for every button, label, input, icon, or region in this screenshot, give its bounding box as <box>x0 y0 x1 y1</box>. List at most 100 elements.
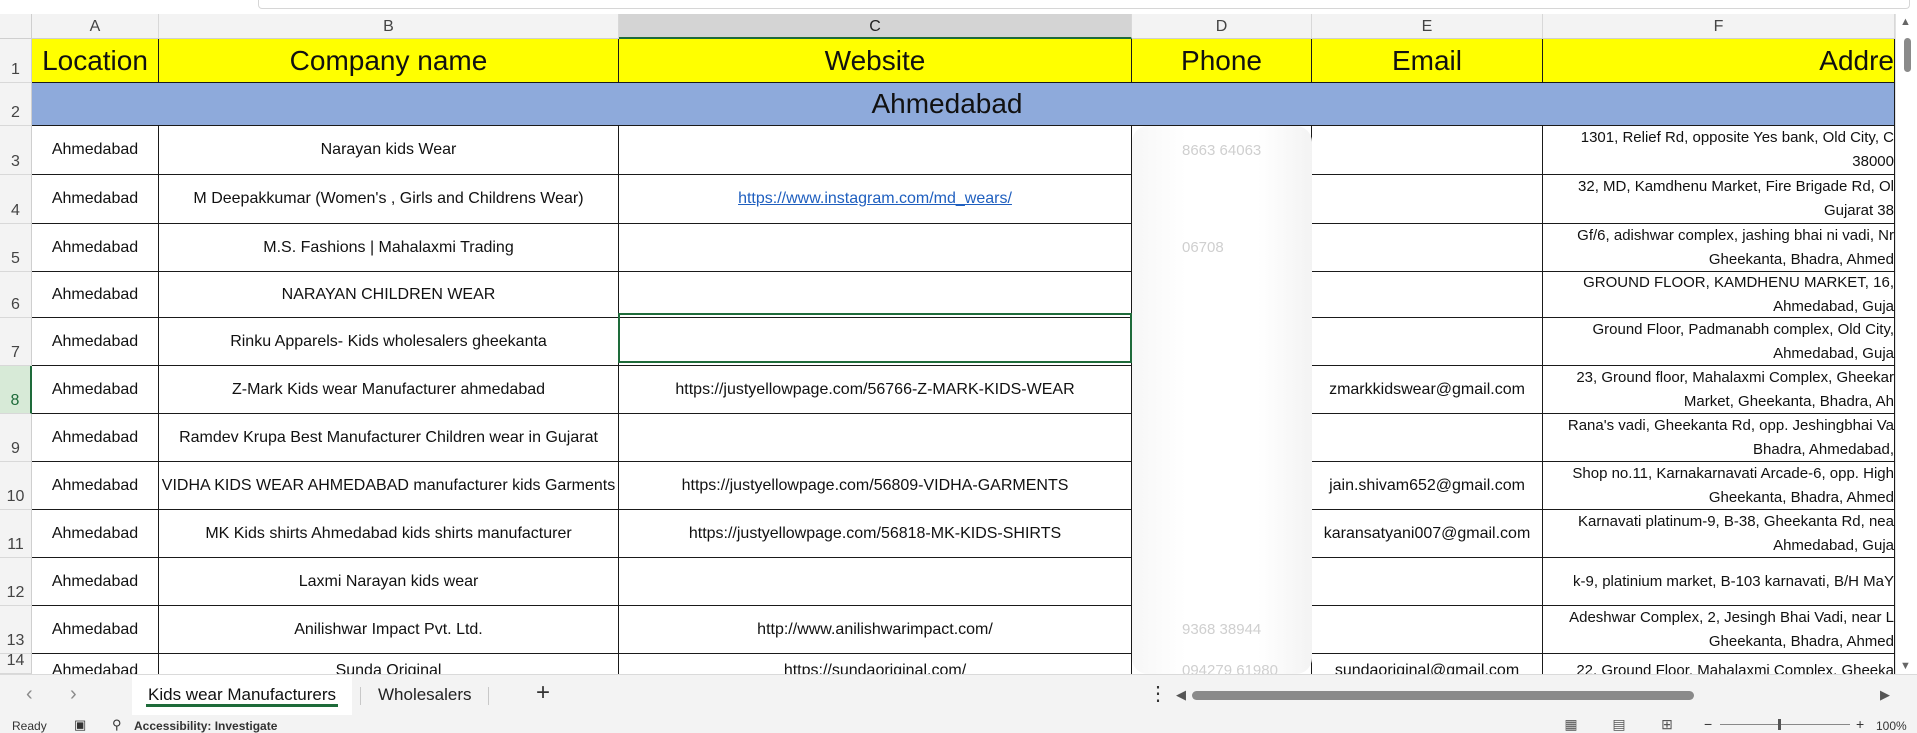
horizontal-scrollbar[interactable]: ◀ ▶ <box>1176 687 1890 703</box>
row-header[interactable]: 3 <box>0 126 32 175</box>
page-break-icon[interactable]: ⊞ <box>1656 717 1678 732</box>
cell-address[interactable]: Gf/6, adishwar complex, jashing bhai ni … <box>1543 224 1895 272</box>
cell-email[interactable] <box>1312 126 1543 175</box>
cell-address[interactable]: GROUND FLOOR, KAMDHENU MARKET, 16, Ahmed… <box>1543 272 1895 318</box>
cell-address[interactable]: 1301, Relief Rd, opposite Yes bank, Old … <box>1543 126 1895 175</box>
header-cell-website[interactable]: Website <box>619 39 1132 83</box>
cell-address[interactable]: Ground Floor, Padmanabh complex, Old Cit… <box>1543 318 1895 366</box>
zoom-slider[interactable] <box>1720 724 1850 725</box>
cell-address[interactable]: 23, Ground floor, Mahalaxmi Complex, Ghe… <box>1543 366 1895 414</box>
cell-website[interactable]: https://www.instagram.com/md_wears/ <box>619 175 1132 224</box>
cell-website[interactable] <box>619 558 1132 606</box>
cell-location[interactable]: Ahmedabad <box>32 558 159 606</box>
group-band-ahmedabad[interactable]: Ahmedabad <box>32 83 1895 126</box>
cell-location[interactable]: Ahmedabad <box>32 126 159 175</box>
cell-address[interactable]: Adeshwar Complex, 2, Jesingh Bhai Vadi, … <box>1543 606 1895 654</box>
cell-email[interactable] <box>1312 606 1543 654</box>
cell-website[interactable]: https://justyellowpage.com/56766-Z-MARK-… <box>619 366 1132 414</box>
cell-company[interactable]: NARAYAN CHILDREN WEAR <box>159 272 619 318</box>
cell-email[interactable] <box>1312 175 1543 224</box>
header-cell-address[interactable]: Addre <box>1543 39 1895 83</box>
zoom-in-icon[interactable]: + <box>1856 716 1864 732</box>
row-header[interactable]: 2 <box>0 83 32 126</box>
row-header[interactable]: 5 <box>0 224 32 272</box>
cell-email[interactable]: zmarkkidswear@gmail.com <box>1312 366 1543 414</box>
horizontal-scroll-thumb[interactable] <box>1192 691 1694 700</box>
cell-email[interactable] <box>1312 272 1543 318</box>
cell-location[interactable]: Ahmedabad <box>32 272 159 318</box>
header-cell-phone[interactable]: Phone <box>1132 39 1312 83</box>
scroll-down-icon[interactable]: ▼ <box>1900 660 1911 672</box>
zoom-out-icon[interactable]: − <box>1704 716 1712 732</box>
vertical-scrollbar[interactable]: ▲ ▼ <box>1895 14 1917 674</box>
column-header-f[interactable]: F <box>1543 14 1895 39</box>
normal-view-icon[interactable]: ▦ <box>1560 717 1582 732</box>
cell-location[interactable]: Ahmedabad <box>32 510 159 558</box>
cell-location[interactable]: Ahmedabad <box>32 606 159 654</box>
cell-email[interactable] <box>1312 318 1543 366</box>
row-header[interactable]: 11 <box>0 510 32 558</box>
header-cell-email[interactable]: Email <box>1312 39 1543 83</box>
scroll-up-icon[interactable]: ▲ <box>1900 16 1911 28</box>
zoom-slider-knob[interactable] <box>1778 719 1781 730</box>
cell-website[interactable] <box>619 272 1132 318</box>
cell-email[interactable] <box>1312 414 1543 462</box>
cell-website[interactable] <box>619 224 1132 272</box>
page-layout-icon[interactable]: ▤ <box>1608 717 1630 732</box>
macro-icon[interactable]: ▣ <box>74 717 86 733</box>
column-header-d[interactable]: D <box>1132 14 1312 39</box>
row-header[interactable]: 14 <box>0 652 32 674</box>
cell-location[interactable]: Ahmedabad <box>32 318 159 366</box>
row-header[interactable]: 4 <box>0 175 32 224</box>
row-header[interactable]: 6 <box>0 272 32 318</box>
cell-location[interactable]: Ahmedabad <box>32 175 159 224</box>
row-header[interactable]: 8 <box>0 366 32 414</box>
cell-website[interactable] <box>619 414 1132 462</box>
zoom-level[interactable]: 100% <box>1876 719 1907 733</box>
cell-email[interactable] <box>1312 224 1543 272</box>
cell-company[interactable]: Laxmi Narayan kids wear <box>159 558 619 606</box>
cell-company[interactable]: Z-Mark Kids wear Manufacturer ahmedabad <box>159 366 619 414</box>
cell-address[interactable]: k-9, platinium market, B-103 karnavati, … <box>1543 558 1895 606</box>
cell-company[interactable]: Rinku Apparels- Kids wholesalers gheekan… <box>159 318 619 366</box>
row-header[interactable]: 9 <box>0 414 32 462</box>
accessibility-status[interactable]: Accessibility: Investigate <box>134 719 277 733</box>
column-header-e[interactable]: E <box>1312 14 1543 39</box>
row-header[interactable]: 13 <box>0 606 32 654</box>
cell-website[interactable]: https://justyellowpage.com/56818-MK-KIDS… <box>619 510 1132 558</box>
cell-location[interactable]: Ahmedabad <box>32 462 159 510</box>
cell-company[interactable]: M.S. Fashions | Mahalaxmi Trading <box>159 224 619 272</box>
header-cell-location[interactable]: Location <box>32 39 159 83</box>
add-sheet-button[interactable]: + <box>536 679 550 707</box>
cell-address[interactable]: Rana's vadi, Gheekanta Rd, opp. Jeshingb… <box>1543 414 1895 462</box>
prev-sheet-icon[interactable]: ‹ <box>26 683 33 706</box>
cell-address[interactable]: Shop no.11, Karnakarnavati Arcade-6, opp… <box>1543 462 1895 510</box>
select-all-corner[interactable] <box>0 14 32 39</box>
row-header[interactable]: 7 <box>0 318 32 366</box>
accessibility-icon[interactable]: ⚲ <box>112 717 122 733</box>
cell-email[interactable]: jain.shivam652@gmail.com <box>1312 462 1543 510</box>
tab-wholesalers[interactable]: Wholesalers <box>362 675 488 715</box>
cell-location[interactable]: Ahmedabad <box>32 414 159 462</box>
column-header-b[interactable]: B <box>159 14 619 39</box>
cell-website[interactable] <box>619 318 1132 366</box>
column-header-a[interactable]: A <box>32 14 159 39</box>
more-options-icon[interactable]: ⋮ <box>1148 681 1168 706</box>
cell-company[interactable]: Ramdev Krupa Best Manufacturer Children … <box>159 414 619 462</box>
cell-company[interactable]: VIDHA KIDS WEAR AHMEDABAD manufacturer k… <box>159 462 619 510</box>
cell-address[interactable]: Karnavati platinum-9, B-38, Gheekanta Rd… <box>1543 510 1895 558</box>
tab-kids-wear-manufacturers[interactable]: Kids wear Manufacturers <box>132 675 353 715</box>
cell-email[interactable] <box>1312 558 1543 606</box>
cell-website[interactable]: https://justyellowpage.com/56809-VIDHA-G… <box>619 462 1132 510</box>
vertical-scroll-thumb[interactable] <box>1904 38 1911 72</box>
scroll-right-icon[interactable]: ▶ <box>1880 687 1890 703</box>
header-cell-company[interactable]: Company name <box>159 39 619 83</box>
scroll-left-icon[interactable]: ◀ <box>1176 687 1186 703</box>
next-sheet-icon[interactable]: › <box>70 683 77 706</box>
row-header[interactable]: 10 <box>0 462 32 510</box>
cell-company[interactable]: M Deepakkumar (Women's , Girls and Child… <box>159 175 619 224</box>
cell-email[interactable]: karansatyani007@gmail.com <box>1312 510 1543 558</box>
column-header-c[interactable]: C <box>619 14 1132 39</box>
cell-company[interactable]: Anilishwar Impact Pvt. Ltd. <box>159 606 619 654</box>
cell-location[interactable]: Ahmedabad <box>32 224 159 272</box>
